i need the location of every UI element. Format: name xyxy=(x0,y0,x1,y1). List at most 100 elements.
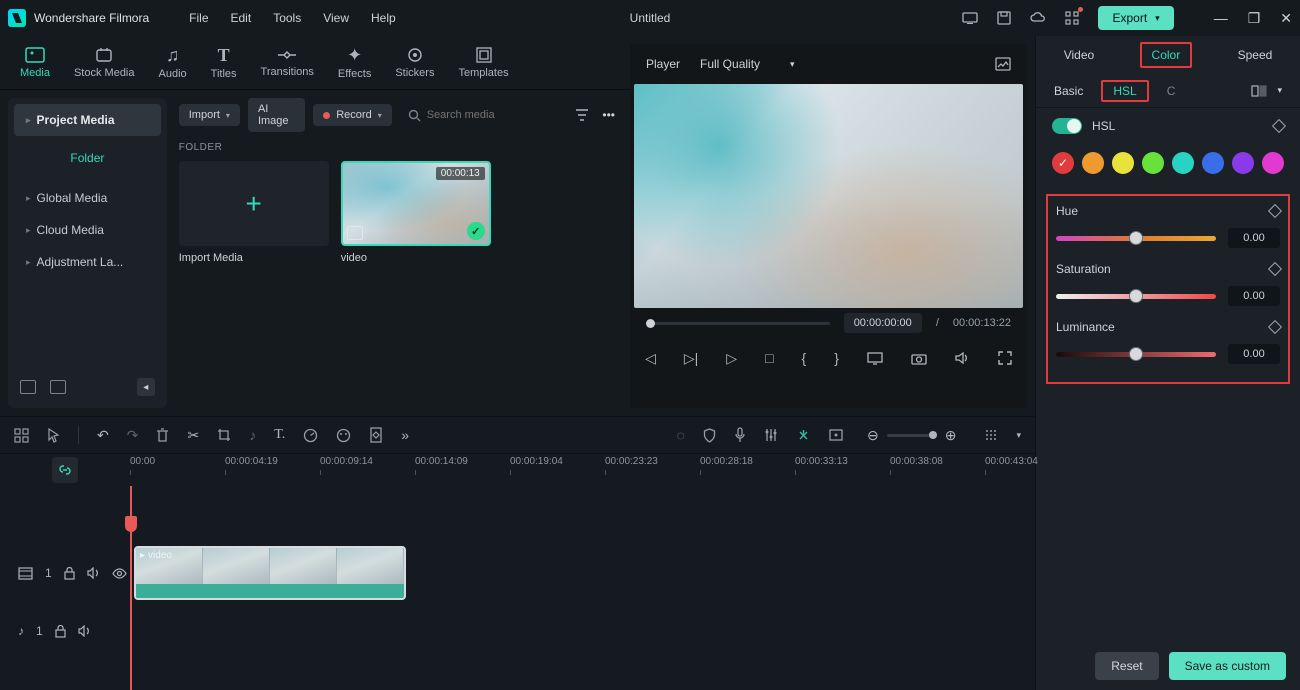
tab-color[interactable]: Color xyxy=(1140,42,1193,68)
snapshot-icon[interactable] xyxy=(911,352,927,365)
quality-select[interactable]: Full Quality▾ xyxy=(700,57,795,71)
swatch-2[interactable] xyxy=(1112,152,1134,174)
swatch-1[interactable] xyxy=(1082,152,1104,174)
tab-speed[interactable]: Speed xyxy=(1228,44,1283,66)
nav-transitions[interactable]: Transitions xyxy=(261,48,314,78)
hue-slider[interactable] xyxy=(1056,236,1216,241)
close-button[interactable]: ✕ xyxy=(1280,10,1292,27)
maximize-button[interactable]: ❐ xyxy=(1248,10,1261,27)
new-folder-icon[interactable] xyxy=(20,380,36,394)
save-custom-button[interactable]: Save as custom xyxy=(1169,652,1286,680)
subtab-hsl[interactable]: HSL xyxy=(1101,80,1148,102)
timeline-ruler[interactable]: 00:0000:00:04:1900:00:09:1400:00:14:0900… xyxy=(0,454,1035,486)
device-icon[interactable] xyxy=(962,10,978,26)
saturation-slider[interactable] xyxy=(1056,294,1216,299)
new-bin-icon[interactable] xyxy=(50,380,66,394)
zoom-slider[interactable] xyxy=(887,434,937,437)
nav-effects[interactable]: ✦Effects xyxy=(338,46,371,80)
menu-tools[interactable]: Tools xyxy=(273,11,301,25)
scrub-track[interactable] xyxy=(646,322,830,325)
mark-in-icon[interactable]: { xyxy=(802,350,807,366)
adjustment-layer[interactable]: ▸Adjustment La... xyxy=(14,246,161,278)
eye-icon[interactable] xyxy=(112,568,127,579)
cloud-icon[interactable] xyxy=(1030,10,1046,26)
tl-apps-icon[interactable] xyxy=(14,428,29,443)
marker-icon[interactable] xyxy=(829,429,843,441)
keyframe-icon[interactable] xyxy=(369,427,383,443)
keyframe-diamond[interactable] xyxy=(1272,119,1286,133)
sat-value[interactable]: 0.00 xyxy=(1228,286,1280,306)
nav-audio[interactable]: ♫Audio xyxy=(159,46,187,80)
track-dn-icon[interactable]: ▾ xyxy=(1016,430,1021,441)
swatch-3[interactable] xyxy=(1142,152,1164,174)
swatch-0[interactable]: ✓ xyxy=(1052,152,1074,174)
subtab-basic[interactable]: Basic xyxy=(1054,84,1083,98)
mic-icon[interactable] xyxy=(734,427,746,443)
undo-icon[interactable]: ↶ xyxy=(97,427,109,444)
crop-icon[interactable] xyxy=(217,428,231,442)
mute-icon-a[interactable] xyxy=(78,625,91,637)
collapse-sidebar[interactable]: ◂ xyxy=(137,378,155,396)
magnetic-icon[interactable] xyxy=(796,428,811,443)
sat-keyframe[interactable] xyxy=(1268,262,1282,276)
nav-stickers[interactable]: Stickers xyxy=(395,47,434,79)
nav-titles[interactable]: TTitles xyxy=(211,46,237,80)
luminance-slider[interactable] xyxy=(1056,352,1216,357)
record-button[interactable]: Record▾ xyxy=(313,104,391,126)
lock-icon[interactable] xyxy=(64,567,75,580)
save-icon[interactable] xyxy=(996,10,1012,26)
track-options-icon[interactable] xyxy=(984,428,998,442)
ai-image-button[interactable]: AI Image xyxy=(248,98,305,132)
speed-icon[interactable] xyxy=(303,428,318,443)
minimize-button[interactable]: ― xyxy=(1214,10,1228,27)
swatch-5[interactable] xyxy=(1202,152,1224,174)
lock-icon-a[interactable] xyxy=(55,625,66,638)
music-icon[interactable]: ♪ xyxy=(249,427,256,443)
swatch-6[interactable] xyxy=(1232,152,1254,174)
zoom-in-icon[interactable]: ⊕ xyxy=(945,427,957,444)
menu-file[interactable]: File xyxy=(189,11,208,25)
hue-value[interactable]: 0.00 xyxy=(1228,228,1280,248)
reset-button[interactable]: Reset xyxy=(1095,652,1158,680)
lum-keyframe[interactable] xyxy=(1268,320,1282,334)
redo-icon[interactable]: ↷ xyxy=(127,427,139,444)
menu-edit[interactable]: Edit xyxy=(231,11,252,25)
nav-media[interactable]: Media xyxy=(20,47,50,79)
search-media[interactable] xyxy=(400,109,565,122)
compare-icon[interactable] xyxy=(1251,85,1267,97)
shield-icon[interactable] xyxy=(703,428,716,443)
stop-icon[interactable]: □ xyxy=(765,350,773,366)
filter-icon[interactable] xyxy=(573,104,592,126)
more-icon[interactable]: ••• xyxy=(599,104,618,126)
hsl-toggle[interactable] xyxy=(1052,118,1082,134)
delete-icon[interactable] xyxy=(156,428,169,443)
mark-out-icon[interactable]: } xyxy=(834,350,839,366)
menu-help[interactable]: Help xyxy=(371,11,396,25)
swatch-7[interactable] xyxy=(1262,152,1284,174)
split-icon[interactable]: ✂ xyxy=(187,427,199,444)
media-clip[interactable]: 00:00:13 ✓ video xyxy=(341,161,491,264)
mute-icon[interactable] xyxy=(87,567,100,579)
import-media-tile[interactable]: + Import Media xyxy=(179,161,329,264)
video-track[interactable]: 1 ▸video xyxy=(0,544,1035,602)
project-media[interactable]: ▸Project Media xyxy=(14,104,161,136)
player-viewport[interactable] xyxy=(634,84,1023,308)
subtab-c[interactable]: C xyxy=(1167,84,1176,98)
display-icon[interactable] xyxy=(867,352,883,365)
render-icon[interactable]: ◌ xyxy=(677,427,685,443)
color-icon[interactable] xyxy=(336,428,351,443)
expand-icon[interactable]: » xyxy=(401,427,409,443)
global-media[interactable]: ▸Global Media xyxy=(14,182,161,214)
cloud-media[interactable]: ▸Cloud Media xyxy=(14,214,161,246)
swatch-4[interactable] xyxy=(1172,152,1194,174)
snapshot-top-icon[interactable] xyxy=(995,57,1011,71)
import-button[interactable]: Import▾ xyxy=(179,104,240,126)
timeline-clip[interactable]: ▸video xyxy=(134,546,406,600)
volume-icon[interactable] xyxy=(955,351,970,365)
pointer-icon[interactable] xyxy=(47,428,60,443)
subtab-dn-icon[interactable]: ▾ xyxy=(1277,85,1282,96)
audio-track[interactable]: ♪ 1 xyxy=(0,602,1035,660)
fullscreen-icon[interactable] xyxy=(998,351,1012,365)
hue-keyframe[interactable] xyxy=(1268,204,1282,218)
export-button[interactable]: Export▾ xyxy=(1098,6,1173,30)
